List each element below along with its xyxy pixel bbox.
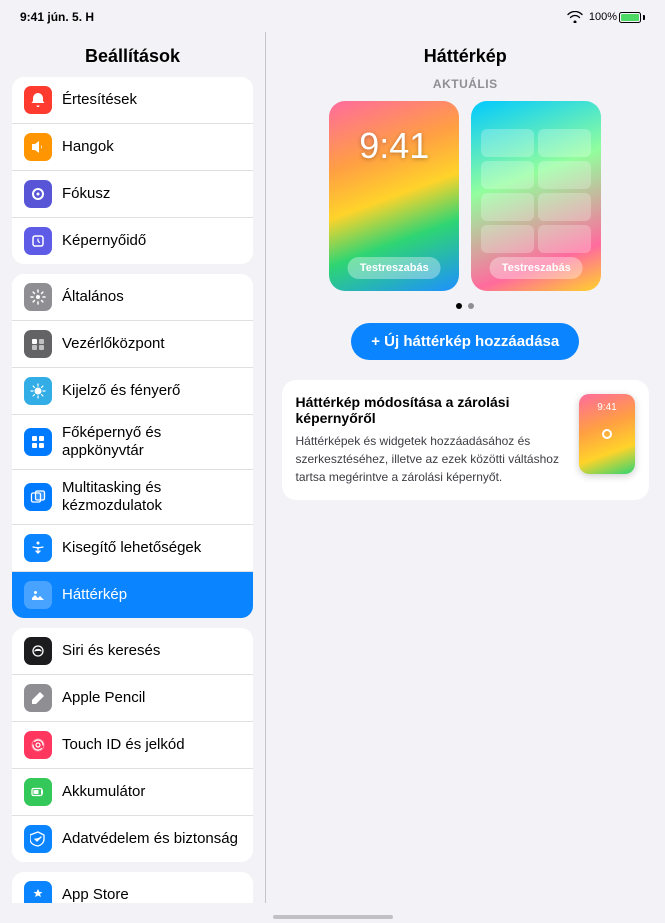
battery-settings-icon	[24, 778, 52, 806]
info-card-thumbnail: 9:41	[579, 394, 635, 474]
sidebar: Beállítások Értesítések Hangok Fókusz	[0, 32, 265, 903]
pencil-icon	[24, 684, 52, 712]
info-card-title: Háttérkép módosítása a zárolási képernyő…	[296, 394, 568, 426]
widget-6	[538, 193, 591, 221]
sounds-icon	[24, 133, 52, 161]
status-bar: 9:41 jún. 5. H 100%	[0, 0, 665, 32]
thumb-time: 9:41	[579, 402, 635, 413]
home-bar	[273, 915, 393, 919]
dot-2	[468, 303, 474, 309]
siri-icon	[24, 637, 52, 665]
wallpaper-preview-1[interactable]: 9:41 Testreszabás	[329, 101, 459, 291]
sidebar-item-touch-id[interactable]: Touch ID és jelkód	[12, 722, 253, 769]
wp1-time: 9:41	[329, 125, 459, 167]
sidebar-item-akkumulator[interactable]: Akkumulátor	[12, 769, 253, 816]
altalanos-label: Általános	[62, 288, 124, 306]
notifications-icon	[24, 86, 52, 114]
sidebar-item-kepernyo-ido[interactable]: Képernyőidő	[12, 218, 253, 264]
akkumulator-label: Akkumulátor	[62, 783, 145, 801]
wallpaper-preview-2[interactable]: Testreszabás	[471, 101, 601, 291]
ertesitesek-label: Értesítések	[62, 91, 137, 109]
sidebar-item-ertesitesek[interactable]: Értesítések	[12, 77, 253, 124]
wallpaper-previews: 9:41 Testreszabás Testresza	[282, 101, 650, 291]
general-icon	[24, 283, 52, 311]
status-time: 9:41 jún. 5. H	[20, 10, 94, 24]
aktualis-label: AKTUÁLIS	[282, 77, 650, 91]
thumb-dot	[602, 429, 612, 439]
sidebar-section-3: Siri és keresés Apple Pencil Touch ID és…	[12, 628, 253, 862]
testreszabas-btn-2[interactable]: Testreszabás	[490, 257, 583, 279]
wallpaper-icon	[24, 581, 52, 609]
control-center-icon	[24, 330, 52, 358]
hangok-label: Hangok	[62, 138, 114, 156]
testreszabas-btn-1[interactable]: Testreszabás	[348, 257, 441, 279]
hatterkep-label: Háttérkép	[62, 586, 127, 604]
info-card-desc: Háttérképek és widgetek hozzáadásához és…	[296, 432, 568, 486]
appstore-icon	[24, 881, 52, 903]
multitasking-label: Multitasking és kézmozdulatok	[62, 479, 241, 515]
widget-2	[538, 129, 591, 157]
right-panel-title: Háttérkép	[266, 32, 665, 77]
widget-3	[481, 161, 534, 189]
app-store-label: App Store	[62, 886, 129, 903]
fokeperny-label: Főképernyő és appkönyvtár	[62, 424, 241, 460]
touchid-icon	[24, 731, 52, 759]
main-content: Beállítások Értesítések Hangok Fókusz	[0, 32, 665, 903]
sidebar-item-adatvedelem[interactable]: Adatvédelem és biztonság	[12, 816, 253, 862]
sidebar-item-apple-pencil[interactable]: Apple Pencil	[12, 675, 253, 722]
widget-4	[538, 161, 591, 189]
sidebar-item-altalanos[interactable]: Általános	[12, 274, 253, 321]
touch-id-label: Touch ID és jelkód	[62, 736, 185, 754]
siri-label: Siri és keresés	[62, 642, 160, 660]
privacy-icon	[24, 825, 52, 853]
status-icons: 100%	[567, 11, 645, 23]
sidebar-item-vezerlo-kozpont[interactable]: Vezérlőközpont	[12, 321, 253, 368]
dot-1	[456, 303, 462, 309]
sidebar-item-hangok[interactable]: Hangok	[12, 124, 253, 171]
sidebar-item-hatterkep[interactable]: Háttérkép	[12, 572, 253, 618]
multitasking-icon	[24, 483, 52, 511]
wifi-icon	[567, 11, 583, 23]
sidebar-item-siri[interactable]: Siri és keresés	[12, 628, 253, 675]
apple-pencil-label: Apple Pencil	[62, 689, 145, 707]
sidebar-item-app-store[interactable]: App Store	[12, 872, 253, 903]
sidebar-section-4: App Store Tárca és Apple Pay	[12, 872, 253, 903]
sidebar-section-2: Általános Vezérlőközpont Kijelző és fény…	[12, 274, 253, 618]
vezerlo-kozpont-label: Vezérlőközpont	[62, 335, 165, 353]
widget-8	[538, 225, 591, 253]
widget-5	[481, 193, 534, 221]
widget-7	[481, 225, 534, 253]
sidebar-item-kijelzo-fenyer[interactable]: Kijelző és fényerő	[12, 368, 253, 415]
sidebar-title: Beállítások	[0, 32, 265, 77]
home-indicator	[0, 903, 665, 923]
info-card-text: Háttérkép módosítása a zárolási képernyő…	[296, 394, 568, 486]
sidebar-item-fokusz[interactable]: Fókusz	[12, 171, 253, 218]
sidebar-item-fokeperny[interactable]: Főképernyő és appkönyvtár	[12, 415, 253, 470]
homescreen-icon	[24, 428, 52, 456]
display-icon	[24, 377, 52, 405]
dot-indicators	[282, 303, 650, 309]
kisegito-label: Kisegítő lehetőségek	[62, 539, 201, 557]
wp2-widgets	[481, 129, 591, 253]
widget-1	[481, 129, 534, 157]
accessibility-icon	[24, 534, 52, 562]
screentime-icon	[24, 227, 52, 255]
info-card: Háttérkép módosítása a zárolási képernyő…	[282, 380, 650, 500]
focus-icon	[24, 180, 52, 208]
wallpaper-section: AKTUÁLIS 9:41 Testreszabás	[266, 77, 665, 360]
sidebar-item-kisegito[interactable]: Kisegítő lehetőségek	[12, 525, 253, 572]
kijelzo-fenyer-label: Kijelző és fényerő	[62, 382, 180, 400]
kepernyo-ido-label: Képernyőidő	[62, 232, 146, 250]
battery-percent: 100%	[589, 11, 617, 23]
sidebar-section-1: Értesítések Hangok Fókusz Képernyőidő	[12, 77, 253, 264]
right-panel: Háttérkép AKTUÁLIS 9:41 Testreszabás	[266, 32, 665, 903]
adatvedelem-label: Adatvédelem és biztonság	[62, 830, 238, 848]
battery-indicator: 100%	[589, 11, 645, 23]
add-wallpaper-button[interactable]: + Új háttérkép hozzáadása	[351, 323, 579, 360]
sidebar-item-multitasking[interactable]: Multitasking és kézmozdulatok	[12, 470, 253, 525]
fokusz-label: Fókusz	[62, 185, 110, 203]
